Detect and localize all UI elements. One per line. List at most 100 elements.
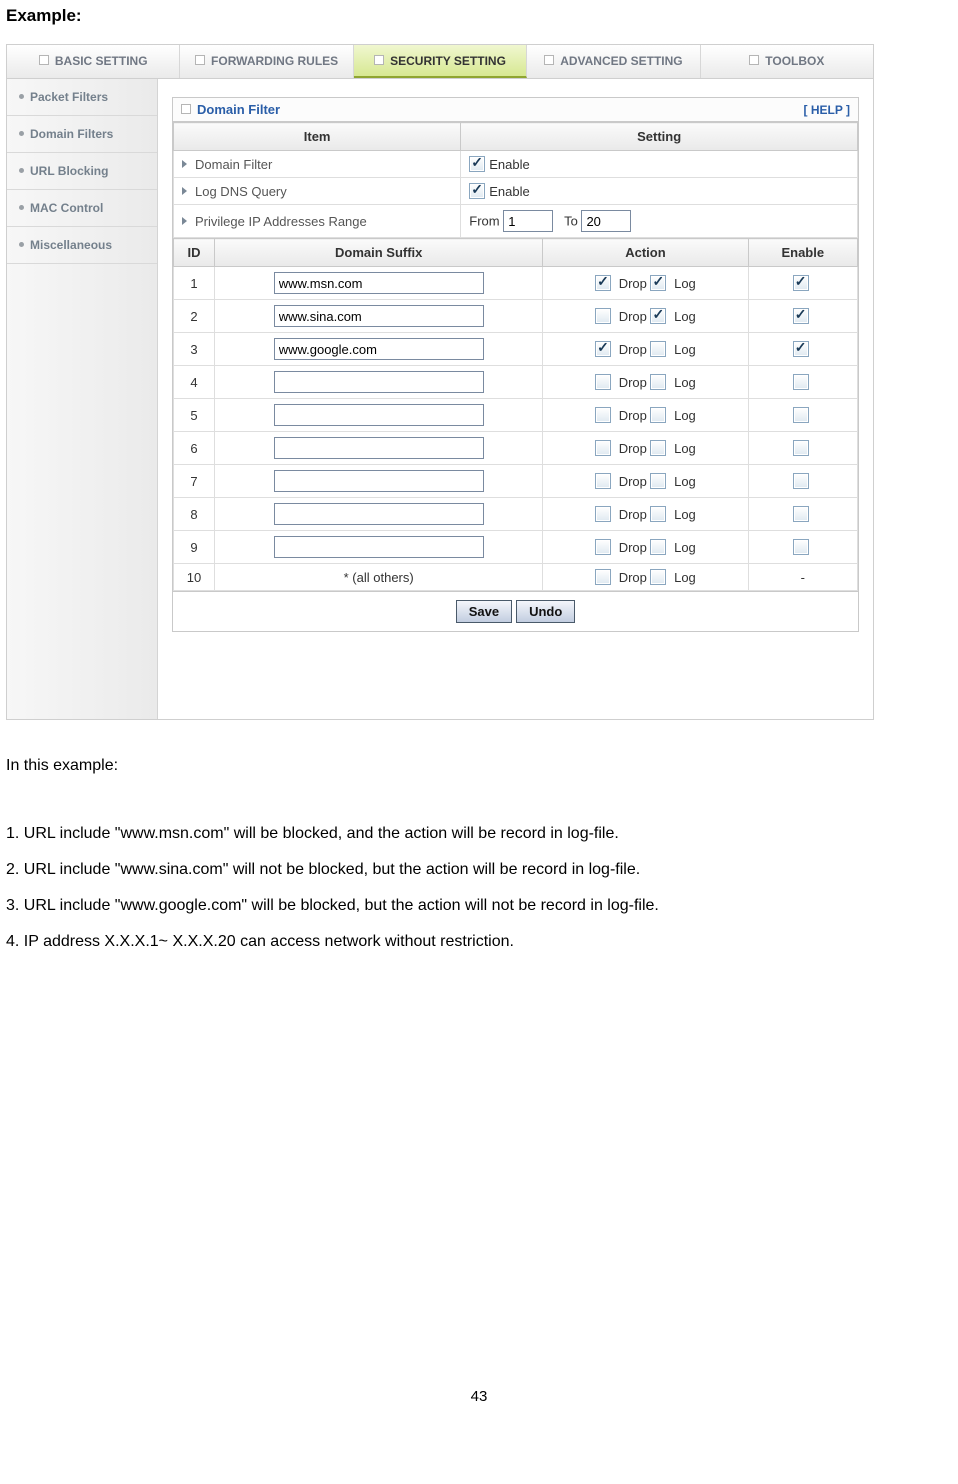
enable-checkbox[interactable] [793,506,809,522]
domain-suffix-input[interactable] [274,338,484,360]
sidebar-item-label: Domain Filters [30,127,113,141]
rule-action-cell: Drop Log [543,300,748,333]
explain-line: 4. IP address X.X.X.1~ X.X.X.20 can acce… [6,926,952,958]
log-label: Log [670,309,695,324]
caret-icon [182,187,187,195]
log-checkbox[interactable] [650,341,666,357]
rule-domain-suffix-cell [215,498,543,531]
enable-checkbox[interactable] [793,407,809,423]
drop-checkbox[interactable] [595,539,611,555]
rule-id: 4 [174,366,215,399]
log-checkbox[interactable] [650,506,666,522]
router-admin-screenshot: BASIC SETTING FORWARDING RULES SECURITY … [6,44,874,720]
tab-toolbox[interactable]: TOOLBOX [701,45,873,78]
sidebar-item-mac-control[interactable]: MAC Control [7,190,157,227]
tab-basic-setting[interactable]: BASIC SETTING [7,45,180,78]
row-log-dns-query: Log DNS Query Enable [174,178,858,205]
rule-action-cell: Drop Log [543,531,748,564]
log-checkbox[interactable] [650,440,666,456]
log-checkbox[interactable] [650,275,666,291]
drop-checkbox[interactable] [595,341,611,357]
save-button[interactable]: Save [456,600,512,623]
undo-button[interactable]: Undo [516,600,575,623]
rule-enable-cell: - [748,564,857,591]
drop-checkbox[interactable] [595,407,611,423]
drop-checkbox[interactable] [595,440,611,456]
domain-suffix-input[interactable] [274,470,484,492]
drop-checkbox[interactable] [595,275,611,291]
sidebar-item-domain-filters[interactable]: Domain Filters [7,116,157,153]
row-privilege-ip-range: Privilege IP Addresses Range From To [174,205,858,238]
tab-forwarding-rules[interactable]: FORWARDING RULES [180,45,353,78]
rule-action-cell: Drop Log [543,399,748,432]
rule-enable-cell [748,465,857,498]
bullet-icon [19,131,24,136]
log-label: Log [670,408,695,423]
drop-checkbox[interactable] [595,374,611,390]
log-checkbox[interactable] [650,569,666,585]
enable-checkbox[interactable] [793,374,809,390]
row-label: Log DNS Query [195,184,287,199]
enable-checkbox[interactable] [793,440,809,456]
button-row: SaveUndo [173,591,858,631]
col-enable: Enable [748,239,857,267]
rule-domain-suffix-cell [215,267,543,300]
rule-enable-cell [748,333,857,366]
checkbox-label: Enable [489,184,529,199]
domain-suffix-input[interactable] [274,404,484,426]
enable-log-dns-checkbox[interactable] [469,183,485,199]
drop-checkbox[interactable] [595,473,611,489]
explain-line: 1. URL include "www.msn.com" will be blo… [6,818,952,850]
sidebar-item-url-blocking[interactable]: URL Blocking [7,153,157,190]
tab-icon [544,55,554,65]
log-checkbox[interactable] [650,539,666,555]
rule-domain-suffix-cell: * (all others) [215,564,543,591]
drop-checkbox[interactable] [595,506,611,522]
priv-to-input[interactable] [581,210,631,232]
domain-suffix-input[interactable] [274,371,484,393]
rule-action-cell: Drop Log [543,267,748,300]
enable-checkbox[interactable] [793,539,809,555]
rule-action-cell: Drop Log [543,498,748,531]
log-checkbox[interactable] [650,308,666,324]
drop-checkbox[interactable] [595,569,611,585]
rule-id: 10 [174,564,215,591]
drop-label: Drop [615,276,650,291]
domain-suffix-input[interactable] [274,503,484,525]
domain-suffix-input[interactable] [274,536,484,558]
log-checkbox[interactable] [650,374,666,390]
domain-suffix-input[interactable] [274,272,484,294]
tab-advanced-setting[interactable]: ADVANCED SETTING [527,45,700,78]
enable-checkbox[interactable] [793,473,809,489]
example-heading: Example: [6,6,952,26]
drop-label: Drop [615,441,650,456]
priv-from-input[interactable] [503,210,553,232]
enable-checkbox[interactable] [793,308,809,324]
sidebar-item-miscellaneous[interactable]: Miscellaneous [7,227,157,264]
tab-label: ADVANCED SETTING [560,54,682,68]
sidebar-item-packet-filters[interactable]: Packet Filters [7,79,157,116]
tab-label: SECURITY SETTING [390,54,506,68]
panel-icon [181,104,191,114]
log-checkbox[interactable] [650,407,666,423]
col-id: ID [174,239,215,267]
help-link[interactable]: [ HELP ] [804,103,850,117]
rule-domain-suffix-cell [215,465,543,498]
tab-icon [39,55,49,65]
drop-checkbox[interactable] [595,308,611,324]
enable-checkbox[interactable] [793,275,809,291]
domain-suffix-input[interactable] [274,437,484,459]
rule-action-cell: Drop Log [543,465,748,498]
log-checkbox[interactable] [650,473,666,489]
enable-checkbox[interactable] [793,341,809,357]
domain-suffix-input[interactable] [274,305,484,327]
drop-label: Drop [615,408,650,423]
tab-security-setting[interactable]: SECURITY SETTING [354,45,527,78]
rule-row: 10* (all others) Drop Log- [174,564,858,591]
drop-label: Drop [615,570,650,585]
panel-title: Domain Filter [181,102,280,117]
sidebar-item-label: Packet Filters [30,90,108,104]
enable-domain-filter-checkbox[interactable] [469,156,485,172]
tab-label: FORWARDING RULES [211,54,338,68]
bullet-icon [19,168,24,173]
